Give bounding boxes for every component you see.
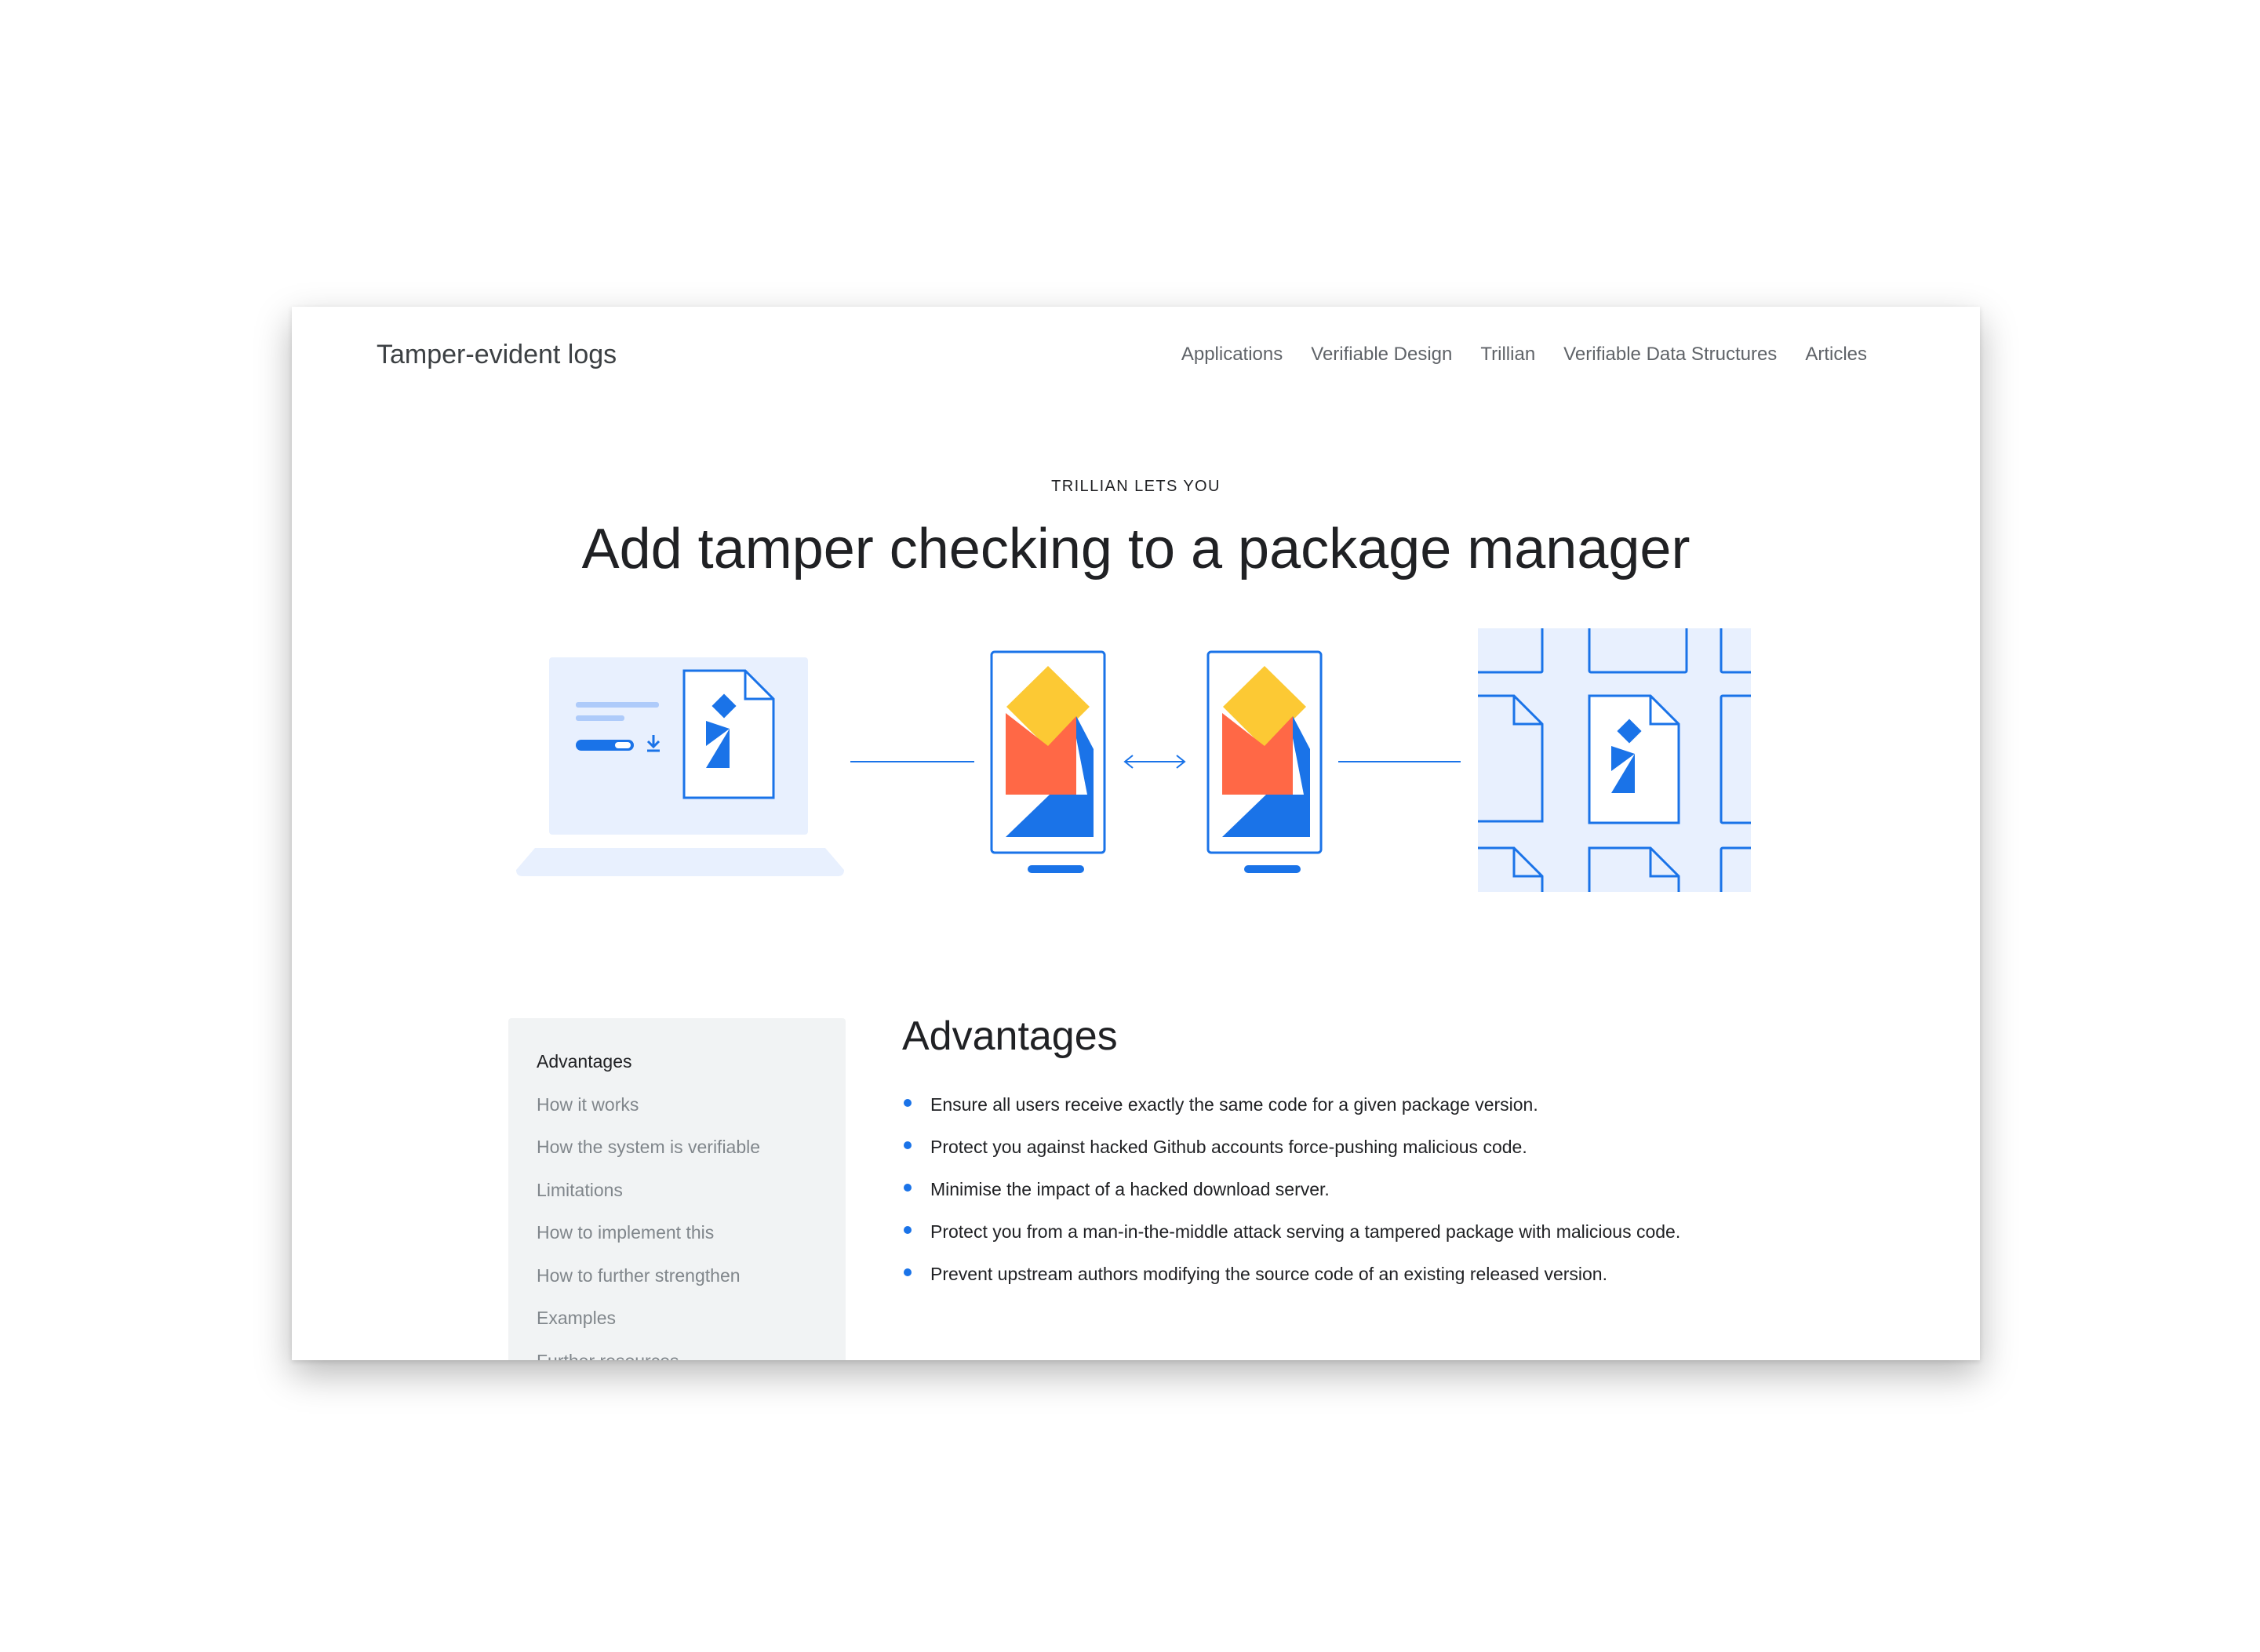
toc-item-how-it-works[interactable]: How it works bbox=[537, 1086, 846, 1130]
main-content: Advantages Ensure all users receive exac… bbox=[902, 1011, 1812, 1300]
toc-item-further-resources[interactable]: Further resources bbox=[537, 1343, 846, 1361]
nav-link-trillian[interactable]: Trillian bbox=[1480, 344, 1535, 366]
browser-window: Tamper-evident logs Applications Verifia… bbox=[292, 307, 1980, 1360]
list-item-text: Minimise the impact of a hacked download… bbox=[930, 1179, 1330, 1199]
section-heading: Advantages bbox=[902, 1013, 1118, 1059]
bullet-dot-icon bbox=[904, 1141, 912, 1149]
bullet-dot-icon bbox=[904, 1226, 912, 1234]
toc-item-how-system-verifiable[interactable]: How the system is verifiable bbox=[537, 1129, 846, 1172]
document-grid-icon bbox=[1478, 628, 1751, 892]
list-item-text: Protect you against hacked Github accoun… bbox=[930, 1137, 1527, 1157]
site-title[interactable]: Tamper-evident logs bbox=[377, 327, 617, 382]
list-item: Prevent upstream authors modifying the s… bbox=[902, 1257, 1812, 1290]
hero-headline: Add tamper checking to a package manager bbox=[581, 518, 1690, 580]
bullet-dot-icon bbox=[904, 1184, 912, 1192]
list-item: Protect you from a man-in-the-middle att… bbox=[902, 1215, 1812, 1248]
toc-item-limitations[interactable]: Limitations bbox=[537, 1172, 846, 1215]
list-item: Protect you against hacked Github accoun… bbox=[902, 1130, 1812, 1163]
phone-logo-icon bbox=[1206, 650, 1323, 873]
laptop-download-icon bbox=[516, 657, 844, 876]
hero-illustration bbox=[516, 628, 1751, 892]
bullet-dot-icon bbox=[904, 1268, 912, 1276]
nav-link-applications[interactable]: Applications bbox=[1181, 344, 1283, 366]
nav-link-articles[interactable]: Articles bbox=[1805, 344, 1867, 366]
top-nav: Applications Verifiable Design Trillian … bbox=[1153, 327, 1867, 382]
list-item-text: Prevent upstream authors modifying the s… bbox=[930, 1264, 1607, 1284]
table-of-contents: Advantages How it works How the system i… bbox=[508, 1018, 846, 1360]
bullet-dot-icon bbox=[904, 1099, 912, 1107]
list-item: Minimise the impact of a hacked download… bbox=[902, 1173, 1812, 1206]
list-item: Ensure all users receive exactly the sam… bbox=[902, 1088, 1812, 1121]
two-way-arrow-icon bbox=[1123, 755, 1186, 769]
list-item-text: Ensure all users receive exactly the sam… bbox=[930, 1094, 1538, 1115]
phone-logo-icon bbox=[990, 650, 1106, 873]
nav-link-verifiable-data-structures[interactable]: Verifiable Data Structures bbox=[1563, 344, 1777, 366]
nav-link-verifiable-design[interactable]: Verifiable Design bbox=[1311, 344, 1452, 366]
toc-item-advantages[interactable]: Advantages bbox=[537, 1043, 846, 1086]
list-item-text: Protect you from a man-in-the-middle att… bbox=[930, 1221, 1681, 1242]
toc-item-how-to-strengthen[interactable]: How to further strengthen bbox=[537, 1257, 846, 1301]
hero-eyebrow: TRILLIAN LETS YOU bbox=[1051, 478, 1221, 495]
toc-item-how-to-implement[interactable]: How to implement this bbox=[537, 1214, 846, 1257]
toc-item-examples[interactable]: Examples bbox=[537, 1300, 846, 1343]
